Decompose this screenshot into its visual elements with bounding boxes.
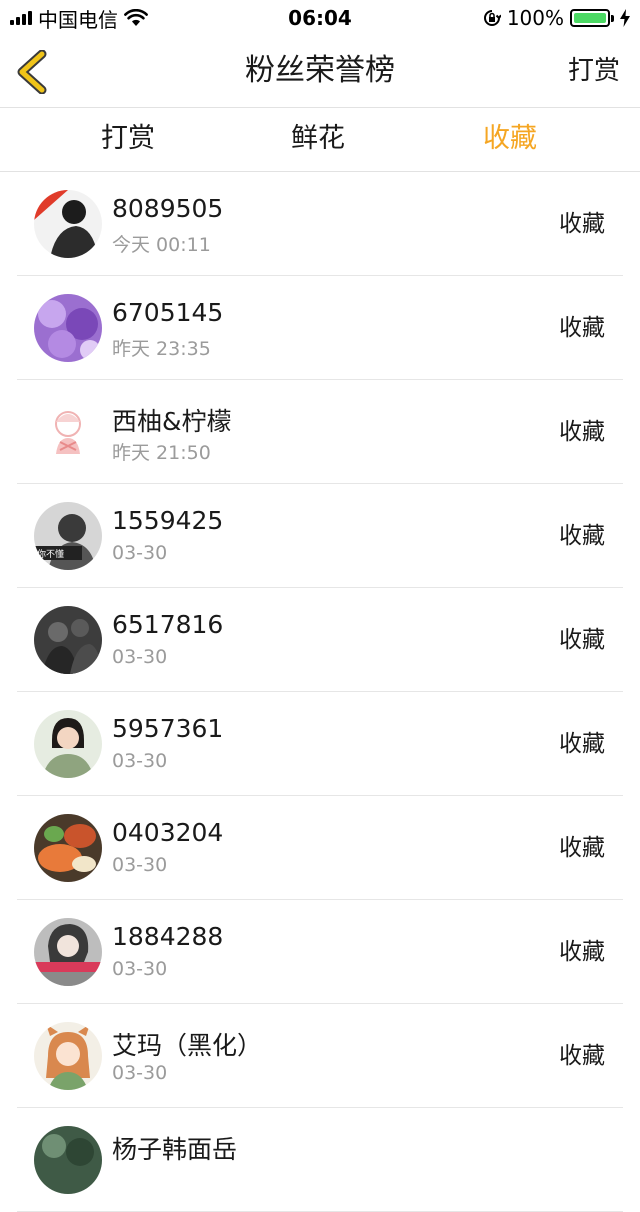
wifi-icon [124,9,148,26]
signal-icon [10,11,32,25]
list-item[interactable]: 6705145 昨天 23:35 收藏 [17,276,623,380]
fan-name: 1884288 [112,922,224,951]
list-item[interactable]: 你不懂 1559425 03-30 收藏 [17,484,623,588]
fan-name: 5957361 [112,714,224,743]
fan-name: 0403204 [112,818,224,847]
orientation-lock-icon [483,10,501,26]
tab-flowers[interactable]: 鲜花 [258,108,378,172]
avatar [34,1022,102,1090]
fan-name: 艾玛（黑化） [112,1031,263,1060]
battery-icon [570,9,614,27]
fan-time: 03-30 [112,750,168,772]
list-item[interactable]: 杨子韩面岳 [17,1108,623,1212]
avatar-caption: 你不懂 [37,548,64,560]
carrier-label: 中国电信 [38,7,118,32]
page-title: 粉丝荣誉榜 [245,53,395,88]
fan-name: 1559425 [112,506,224,535]
fan-time: 03-30 [112,958,168,980]
fan-time: 今天 00:11 [112,234,211,256]
fan-time: 昨天 21:50 [112,442,211,464]
avatar [34,1126,102,1194]
fan-action: 收藏 [559,419,605,445]
fan-list: 8089505 今天 00:11 收藏 6705145 昨天 23:35 收藏 [0,172,640,1212]
avatar [34,918,102,986]
fan-action: 收藏 [559,835,605,861]
fan-name: 8089505 [112,194,224,223]
fan-name: 6705145 [112,298,224,327]
charging-icon [620,9,630,27]
fan-name: 6517816 [112,610,224,639]
avatar [34,190,102,258]
list-item[interactable]: 1884288 03-30 收藏 [17,900,623,1004]
avatar [34,294,102,362]
reward-button[interactable]: 打赏 [568,36,620,108]
avatar [34,814,102,882]
list-item[interactable]: 8089505 今天 00:11 收藏 [17,172,623,276]
tab-favorites[interactable]: 收藏 [450,108,570,172]
fan-action: 收藏 [559,211,605,237]
avatar [34,398,102,466]
fan-action: 收藏 [559,523,605,549]
list-item[interactable]: 6517816 03-30 收藏 [17,588,623,692]
list-item[interactable]: 5957361 03-30 收藏 [17,692,623,796]
navigation-bar: 粉丝荣誉榜 打赏 [0,36,640,108]
fan-time: 03-30 [112,1062,168,1084]
battery-percent: 100% [506,6,564,30]
fan-time: 03-30 [112,542,168,564]
tab-reward[interactable]: 打赏 [68,108,188,172]
fan-action: 收藏 [559,1043,605,1069]
fan-action: 收藏 [559,627,605,653]
avatar [34,710,102,778]
fan-time: 03-30 [112,646,168,668]
list-item[interactable]: 0403204 03-30 收藏 [17,796,623,900]
status-bar: 中国电信 06:04 100% [0,0,640,36]
avatar [34,606,102,674]
fan-time: 03-30 [112,854,168,876]
fan-action: 收藏 [559,731,605,757]
fan-name: 杨子韩面岳 [112,1135,238,1164]
list-item[interactable]: 西柚&柠檬 昨天 21:50 收藏 [17,380,623,484]
fan-name: 西柚&柠檬 [112,407,232,436]
tab-bar: 打赏 鲜花 收藏 [0,108,640,172]
fan-action: 收藏 [559,939,605,965]
fan-time: 昨天 23:35 [112,338,211,360]
list-item[interactable]: 艾玛（黑化） 03-30 收藏 [17,1004,623,1108]
fan-action: 收藏 [559,315,605,341]
avatar: 你不懂 [34,502,102,570]
